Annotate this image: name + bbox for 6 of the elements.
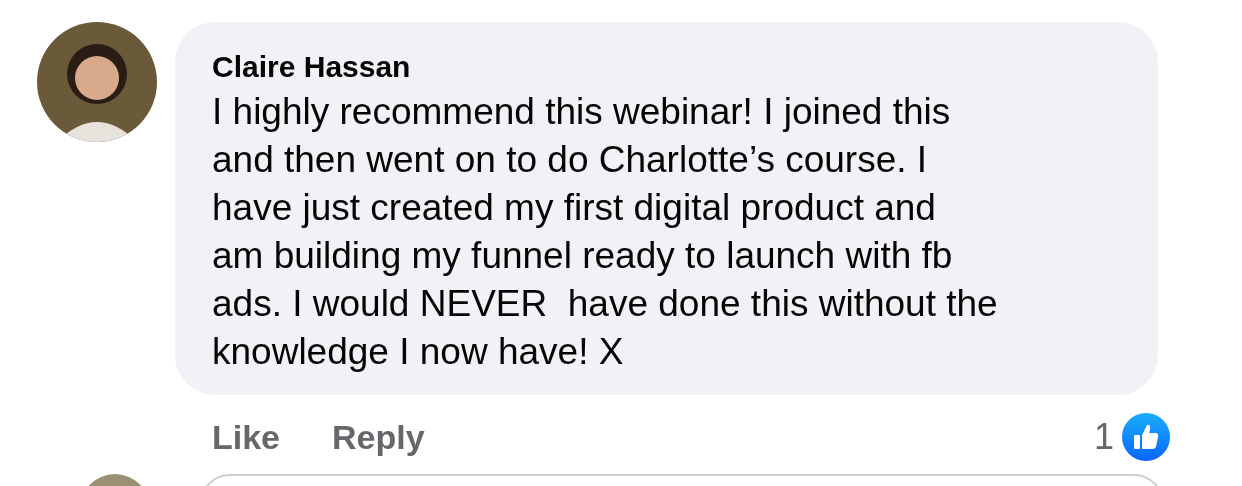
- author-name[interactable]: Claire Hassan: [212, 50, 1128, 84]
- action-link[interactable]: Reply: [332, 417, 425, 457]
- comment-text: I highly recommend this webinar! I joined this and then went on to do Charlotte’s course. I have just created my first digital product and am building my funnel ready to launch with fb ads. I would NEVER have done this without the knowledge I now have! X: [212, 90, 999, 374]
- action-link[interactable]: Like: [212, 417, 281, 457]
- thumbs-up-icon[interactable]: [1122, 413, 1170, 461]
- reaction-count: 1: [1093, 416, 1114, 458]
